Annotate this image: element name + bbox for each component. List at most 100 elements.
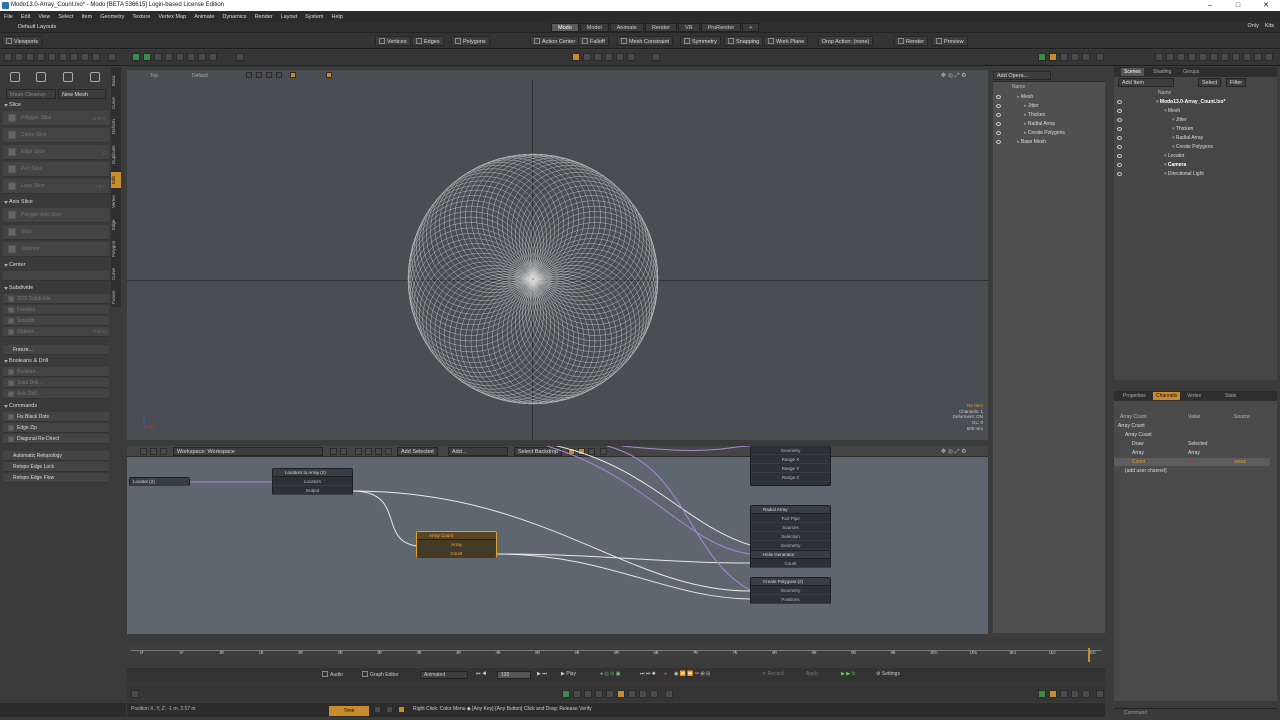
polygon-axis-slice-button[interactable]: Polygon Axis Slice bbox=[3, 208, 109, 223]
channel-row-label[interactable]: Draw bbox=[1132, 440, 1144, 448]
section-subdivide[interactable]: Subdivide bbox=[3, 284, 107, 293]
display-icon[interactable] bbox=[652, 53, 660, 61]
tab-curve-2[interactable]: Curve bbox=[111, 264, 121, 284]
status-icon-2[interactable] bbox=[386, 706, 393, 713]
panel-toggle-2[interactable] bbox=[1049, 53, 1057, 61]
locators-to-array-node[interactable]: Locators to Array (2) Locators Output bbox=[272, 468, 353, 495]
extrude-tool-icon[interactable] bbox=[90, 72, 100, 82]
viewport-style-label[interactable]: Default bbox=[192, 73, 208, 79]
output-port[interactable]: Output bbox=[273, 486, 352, 495]
bottom-right-icon-3[interactable] bbox=[1060, 690, 1068, 698]
audio-button[interactable]: Audio bbox=[322, 671, 343, 678]
tool-icon-9[interactable] bbox=[92, 53, 100, 61]
time-toggle-button[interactable]: Time bbox=[329, 706, 369, 716]
symmetry-button[interactable]: Symmetry bbox=[680, 36, 721, 46]
visibility-eye-icon[interactable] bbox=[1117, 136, 1122, 140]
freeze-button[interactable]: Freeze... bbox=[3, 345, 109, 355]
range-geometry-port[interactable]: Geometry bbox=[751, 446, 830, 455]
center-buttons-row[interactable] bbox=[3, 271, 109, 281]
bottom-tool-icon-9[interactable] bbox=[650, 690, 658, 698]
tab-shading[interactable]: Shading bbox=[1150, 68, 1174, 76]
tab-vr[interactable]: VR bbox=[677, 23, 700, 32]
menu-item[interactable]: Item bbox=[81, 14, 92, 20]
tab-curve[interactable]: Curve bbox=[111, 93, 121, 113]
section-axis-slice[interactable]: Axis Slice bbox=[3, 198, 107, 207]
minimize-button[interactable]: – bbox=[1196, 0, 1224, 11]
visibility-eye-icon[interactable] bbox=[996, 104, 1001, 108]
smooth-button[interactable]: Smooth bbox=[3, 316, 109, 326]
section-booleans[interactable]: Booleans & Drill bbox=[3, 357, 107, 366]
visibility-eye-icon[interactable] bbox=[1117, 109, 1122, 113]
kits-button[interactable]: Kits bbox=[1265, 23, 1274, 29]
section-center[interactable]: Center bbox=[3, 261, 107, 270]
bevel-tool-icon[interactable] bbox=[63, 72, 73, 82]
bottom-right-icon-5[interactable] bbox=[1082, 690, 1090, 698]
tool-icon-1[interactable] bbox=[4, 53, 12, 61]
create-polygons-node[interactable]: Create Polygons (2) Geometry Positions bbox=[750, 577, 831, 604]
play-button[interactable]: ▶ Play bbox=[561, 671, 576, 677]
mesh-operation-item[interactable]: ▸ Thicken bbox=[1024, 111, 1045, 119]
menu-system[interactable]: System bbox=[305, 14, 323, 20]
menu-edit[interactable]: Edit bbox=[21, 14, 30, 20]
transform-icon[interactable] bbox=[132, 53, 140, 61]
mesh-operation-item[interactable]: ▸ Base Mesh bbox=[1017, 138, 1046, 146]
scene-tree-item[interactable]: ▾ Jitter bbox=[1172, 116, 1187, 124]
panel-toggle-5[interactable] bbox=[1082, 53, 1090, 61]
mesh-cleanup-button[interactable]: Mesh Cleanup bbox=[6, 89, 56, 99]
visibility-eye-icon[interactable] bbox=[1117, 127, 1122, 131]
count-port[interactable]: Count bbox=[417, 549, 496, 558]
tab-edit[interactable]: Edit bbox=[111, 172, 121, 188]
tab-edge[interactable]: Edge bbox=[111, 216, 121, 234]
panel-toggle-1[interactable] bbox=[1038, 53, 1046, 61]
scene-tree-item[interactable]: ▾ Modo13.0-Array_Count.lxo* bbox=[1156, 98, 1225, 106]
mesh-operation-item[interactable]: ▸ Radial Array bbox=[1024, 120, 1055, 128]
menu-dynamics[interactable]: Dynamics bbox=[222, 14, 246, 20]
tab-prorender[interactable]: ProRender bbox=[700, 23, 742, 32]
scene-tree-item[interactable]: ▾ Camera bbox=[1164, 161, 1186, 169]
panel-toggle-14[interactable] bbox=[1232, 53, 1240, 61]
viewports-button[interactable]: Viewports bbox=[2, 36, 43, 46]
element-move-icon[interactable] bbox=[176, 53, 184, 61]
move-icon[interactable] bbox=[143, 53, 151, 61]
scene-tree-item[interactable]: ▾ Mesh bbox=[1164, 107, 1180, 115]
zoom-icon[interactable] bbox=[236, 53, 244, 61]
tab-animate[interactable]: Animate bbox=[609, 23, 644, 32]
tab-fusion[interactable]: Fusion bbox=[111, 287, 121, 307]
axis-drill-button[interactable]: Axis Drill... bbox=[3, 389, 109, 399]
vertices-button[interactable]: Vertices bbox=[375, 36, 411, 46]
bottom-tool-icon-5[interactable] bbox=[606, 690, 614, 698]
snapping-button[interactable]: Snapping bbox=[724, 36, 764, 46]
panel-toggle-17[interactable] bbox=[1265, 53, 1273, 61]
solid-drill-button[interactable]: Solid Drill... bbox=[3, 378, 109, 388]
channel-row-value[interactable]: Selected bbox=[1188, 440, 1207, 448]
status-icon-1[interactable] bbox=[374, 706, 381, 713]
visibility-eye-icon[interactable] bbox=[1117, 163, 1122, 167]
helix-count-port[interactable]: Count bbox=[751, 559, 830, 568]
scene-tree-item[interactable]: ▾ Locator bbox=[1164, 152, 1185, 160]
scene-tree-item[interactable]: ▾ Thicken bbox=[1172, 125, 1193, 133]
polygons-button[interactable]: Polygons bbox=[451, 36, 490, 46]
work-plane-button[interactable]: Work Plane bbox=[764, 36, 809, 46]
visibility-eye-icon[interactable] bbox=[996, 140, 1001, 144]
tab-basic[interactable]: Basic bbox=[111, 70, 121, 90]
mesh-operation-item[interactable]: ▸ Mesh bbox=[1017, 93, 1033, 101]
bottom-tool-icon-3[interactable] bbox=[584, 690, 592, 698]
preview-button[interactable]: Preview bbox=[932, 36, 968, 46]
settings-button[interactable]: ⚙ Settings bbox=[876, 671, 900, 677]
loop-slice-button[interactable]: Loop Slice Alt-C bbox=[3, 179, 109, 194]
visibility-eye-icon[interactable] bbox=[1117, 118, 1122, 122]
filter-button[interactable]: Filter bbox=[1226, 78, 1247, 87]
menu-animate[interactable]: Animate bbox=[194, 14, 214, 20]
selection-port[interactable]: Selection bbox=[751, 532, 830, 541]
lasso-icon[interactable] bbox=[198, 53, 206, 61]
panel-toggle-10[interactable] bbox=[1188, 53, 1196, 61]
paint-select-icon[interactable] bbox=[209, 53, 217, 61]
command-input[interactable]: Command bbox=[1114, 708, 1277, 718]
status-icon-3[interactable] bbox=[398, 706, 405, 713]
array-port[interactable]: Array bbox=[417, 540, 496, 549]
bottom-tool-icon-2[interactable] bbox=[573, 690, 581, 698]
add-item-button[interactable]: Add Item bbox=[1118, 78, 1174, 87]
select-icon[interactable] bbox=[187, 53, 195, 61]
mesh-operation-item[interactable]: ▸ Jitter bbox=[1024, 102, 1039, 110]
auto-key-icon[interactable]: ● ◎ ⊙ ▣ bbox=[600, 671, 620, 677]
